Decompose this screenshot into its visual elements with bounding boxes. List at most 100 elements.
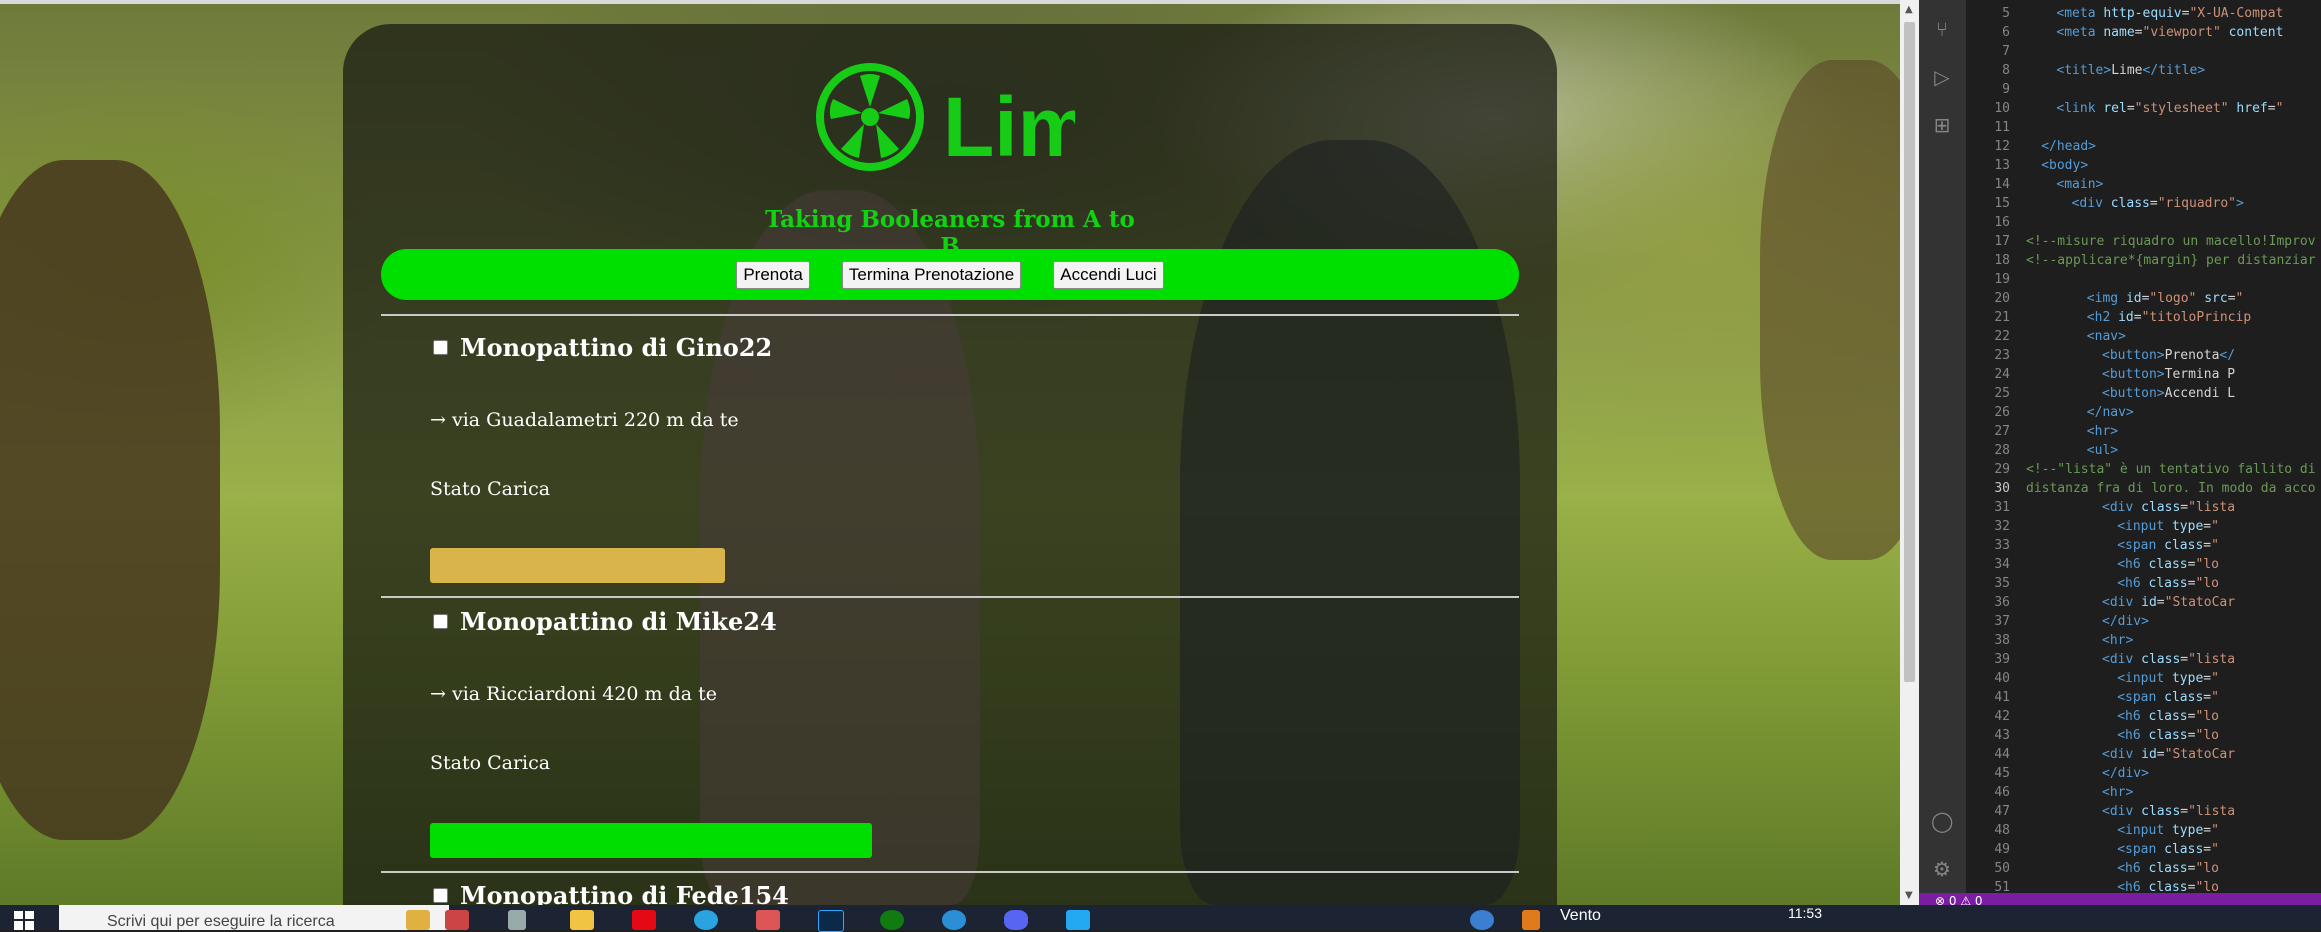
windows-taskbar: Scrivi qui per eseguire la ricerca Vento… [0,905,2321,932]
account-icon[interactable]: ◯ [1931,810,1953,832]
discord-icon[interactable] [1004,910,1028,930]
code-line[interactable]: <h6 class="lo [2117,557,2219,572]
code-line[interactable]: <meta name="viewport" content [2056,25,2283,40]
code-line[interactable]: <div id="StatoCar [2102,595,2235,610]
game-icon[interactable] [756,910,780,930]
code-line[interactable]: </head> [2041,139,2096,154]
code-line[interactable]: <title>Lime</title> [2056,63,2205,78]
code-line[interactable]: <button>Accendi L [2102,386,2235,401]
code-line[interactable]: <span class=" [2117,842,2219,857]
line-number: 12 [1994,139,2010,154]
code-line[interactable]: <hr> [2102,633,2133,648]
code-line[interactable]: <span class=" [2117,538,2219,553]
code-line[interactable]: <h6 class="lo [2117,728,2219,743]
code-line[interactable]: <link rel="stylesheet" href=" [2056,101,2283,116]
line-number: 13 [1994,158,2010,173]
weather-text[interactable]: Vento [1560,907,1601,925]
code-line[interactable]: </div> [2102,766,2149,781]
code-line[interactable]: <h6 class="lo [2117,576,2219,591]
code-line[interactable]: <div id="StatoCar [2102,747,2235,762]
alarm-clock-icon[interactable] [406,910,430,930]
code-line[interactable]: <div class="lista [2102,804,2235,819]
code-line[interactable]: <h6 class="lo [2117,709,2219,724]
code-line[interactable]: <div class="lista [2102,500,2235,515]
termina-prenotazione-button[interactable]: Termina Prenotazione [841,260,1022,289]
code-line[interactable]: <input type=" [2117,519,2219,534]
code-editor[interactable]: 5 <meta http-equiv="X-UA-Compat 6 <meta nam… [1966,0,2321,905]
code-line[interactable]: <body> [2041,158,2088,173]
select-checkbox[interactable] [433,614,448,629]
code-line[interactable]: <ul> [2087,443,2118,458]
xbox-icon[interactable] [880,910,904,930]
telegram-icon[interactable] [694,910,718,930]
windows-start-icon[interactable] [14,911,34,930]
scroll-down-icon[interactable]: ▼ [1905,890,1913,901]
line-number: 49 [1994,842,2010,857]
source-control-icon[interactable]: ⑂ [1931,18,1953,40]
line-number: 25 [1994,386,2010,401]
file-explorer-icon[interactable] [570,910,594,930]
scroll-up-icon[interactable]: ▲ [1905,4,1913,15]
gift-icon[interactable] [445,910,469,930]
line-number: 46 [1994,785,2010,800]
code-line[interactable]: </div> [2102,614,2149,629]
scrollbar-thumb[interactable] [1904,22,1915,682]
settings-gear-icon[interactable]: ⚙ [1931,858,1953,880]
task-view-icon[interactable] [508,910,526,930]
line-number: 7 [2002,44,2010,59]
extensions-icon[interactable]: ⊞ [1931,114,1953,136]
line-number: 44 [1994,747,2010,762]
accendi-luci-button[interactable]: Accendi Luci [1053,260,1164,289]
line-number: 6 [2002,25,2010,40]
line-number: 14 [1994,177,2010,192]
code-line[interactable]: <!--applicare*{margin} per distanziar [2026,253,2316,268]
code-line[interactable]: <h2 id="titoloPrincip [2087,310,2251,325]
code-line[interactable]: <h6 class="lo [2117,861,2219,876]
prenota-button[interactable]: Prenota [736,260,810,289]
code-line[interactable]: <span class=" [2117,690,2219,705]
select-checkbox[interactable] [433,340,448,355]
line-number: 23 [1994,348,2010,363]
list-item-title: Monopattino di Gino22 [433,333,772,362]
code-line[interactable]: <div class="lista [2102,652,2235,667]
list-item-title: Monopattino di Mike24 [433,607,777,636]
code-line[interactable]: <main> [2056,177,2103,192]
code-line[interactable]: <button>Prenota</ [2102,348,2235,363]
vscode-icon[interactable] [1066,910,1090,930]
code-line[interactable]: <div class="riquadro"> [2072,196,2244,211]
photoshop-icon[interactable] [818,910,844,932]
line-number: 8 [2002,63,2010,78]
taskbar-clock[interactable]: 11:53 [1788,905,1822,921]
code-line[interactable]: <hr> [2087,424,2118,439]
code-line[interactable]: <input type=" [2117,823,2219,838]
code-line[interactable]: <button>Termina P [2102,367,2235,382]
background-tree-right [1760,60,1900,560]
item-title-text: Monopattino di Fede154 [460,881,789,905]
code-line[interactable]: <!--misure riquadro un macello!Improv [2026,234,2316,249]
select-checkbox[interactable] [433,888,448,903]
code-line[interactable]: </nav> [2087,405,2134,420]
code-line[interactable]: <nav> [2087,329,2126,344]
line-number: 38 [1994,633,2010,648]
code-line[interactable]: <!--"lista" è un tentativo fallito di [2026,462,2316,477]
code-line[interactable]: <input type=" [2117,671,2219,686]
code-line[interactable]: <img id="logo" src=" [2087,291,2244,306]
code-line[interactable]: distanza fra di loro. In modo da acco [2026,481,2316,496]
line-number: 40 [1994,671,2010,686]
network-icon[interactable] [1470,910,1494,930]
browser-scrollbar[interactable]: ▲ ▼ [1900,0,1919,905]
line-number: 21 [1994,310,2010,325]
weather-icon[interactable] [1522,910,1540,930]
line-number: 41 [1994,690,2010,705]
line-number: 45 [1994,766,2010,781]
line-number: 50 [1994,861,2010,876]
line-number: 17 [1994,234,2010,249]
code-line[interactable]: <hr> [2102,785,2133,800]
line-number: 33 [1994,538,2010,553]
taskbar-search-input[interactable]: Scrivi qui per eseguire la ricerca [59,905,449,930]
edge-browser-icon[interactable] [942,910,966,930]
item-title-text: Monopattino di Gino22 [460,333,773,362]
code-line[interactable]: <meta http-equiv="X-UA-Compat [2056,6,2283,21]
run-debug-icon[interactable]: ▷ [1931,66,1953,88]
netflix-icon[interactable] [632,910,656,930]
